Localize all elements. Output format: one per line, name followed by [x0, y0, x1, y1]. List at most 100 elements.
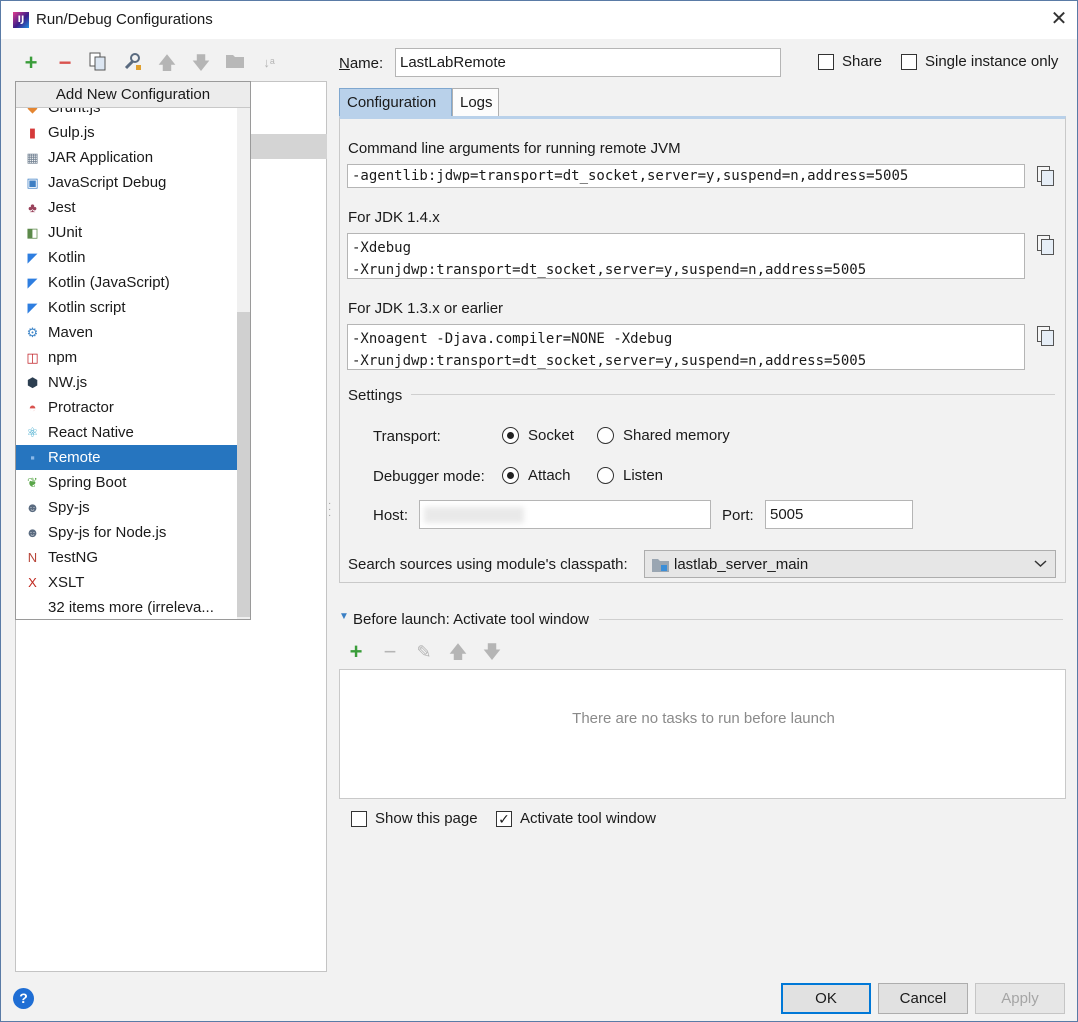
popup-item-label: Maven: [48, 324, 94, 341]
name-label: Name:: [339, 55, 384, 72]
help-icon[interactable]: ?: [13, 988, 34, 1009]
transport-socket-label: Socket: [528, 427, 574, 444]
jdk14-field[interactable]: -Xdebug -Xrunjdwp:transport=dt_socket,se…: [347, 233, 1025, 279]
jar-icon: ▦: [26, 150, 39, 165]
plus-icon[interactable]: +: [20, 52, 42, 74]
sort-az-icon[interactable]: ↓ᵃ: [258, 52, 280, 74]
transport-label: Transport:: [373, 428, 441, 445]
xslt-icon: X: [28, 575, 37, 590]
popup-item[interactable]: ▣ JavaScript Debug: [16, 170, 236, 195]
popup-item[interactable]: ⚙ Maven: [16, 320, 236, 345]
classpath-label: Search sources using module's classpath:: [348, 556, 628, 573]
popup-item[interactable]: ▮ Gulp.js: [16, 120, 236, 145]
kotlin-script-icon: ◤: [27, 300, 38, 315]
tab-configuration[interactable]: Configuration: [339, 88, 452, 116]
popup-item[interactable]: ❦ Spring Boot: [16, 470, 236, 495]
wrench-icon[interactable]: [121, 52, 143, 74]
popup-item-label: npm: [48, 349, 78, 366]
testng-icon: N: [27, 550, 38, 565]
before-launch-title[interactable]: Before launch: Activate tool window: [353, 611, 589, 628]
maven-icon: ⚙: [26, 325, 39, 340]
settings-label: Settings: [348, 387, 403, 404]
popup-item[interactable]: X XSLT: [16, 570, 236, 595]
spy-js-node-icon: ☻: [25, 525, 40, 540]
transport-shared-memory-radio[interactable]: [597, 427, 614, 444]
copy-icon[interactable]: [87, 52, 109, 74]
popup-item[interactable]: ◤ Kotlin script: [16, 295, 236, 320]
popup-item-label: JAR Application: [48, 149, 154, 166]
jdk13-field[interactable]: -Xnoagent -Djava.compiler=NONE -Xdebug -…: [347, 324, 1025, 370]
popup-item-label: Kotlin: [48, 249, 86, 266]
collapse-triangle-icon[interactable]: ▼: [339, 611, 349, 622]
add-task-icon[interactable]: +: [345, 641, 367, 663]
cancel-button[interactable]: Cancel: [878, 983, 968, 1014]
popup-item[interactable]: ⚛ React Native: [16, 420, 236, 445]
tab-logs[interactable]: Logs: [452, 88, 499, 116]
jdk14-label: For JDK 1.4.x: [348, 209, 440, 226]
popup-item[interactable]: ◤ Kotlin (JavaScript): [16, 270, 236, 295]
kotlin-javascript-icon: ◤: [27, 275, 38, 290]
popup-item-label: Spring Boot: [48, 474, 127, 491]
name-input[interactable]: LastLabRemote: [395, 48, 781, 77]
popup-item[interactable]: ▪ Remote: [16, 445, 250, 470]
single-instance-checkbox[interactable]: [901, 54, 917, 70]
mode-listen-radio[interactable]: [597, 467, 614, 484]
port-label: Port:: [722, 507, 754, 524]
popup-item[interactable]: ☻ Spy-js for Node.js: [16, 520, 236, 545]
mode-listen-label: Listen: [623, 467, 664, 484]
popup-item-label: NW.js: [48, 374, 88, 391]
show-this-page-checkbox[interactable]: [351, 811, 367, 827]
popup-item[interactable]: ⬢ NW.js: [16, 370, 236, 395]
remote-icon: ▪: [30, 450, 35, 465]
cmd-args-field[interactable]: -agentlib:jdwp=transport=dt_socket,serve…: [347, 164, 1025, 188]
before-launch-task-list[interactable]: There are no tasks to run before launch: [339, 669, 1066, 799]
mode-attach-radio[interactable]: [502, 467, 519, 484]
copy-to-clipboard-icon[interactable]: [1035, 234, 1055, 256]
debugger-mode-label: Debugger mode:: [373, 468, 485, 485]
popup-item-label: Remote: [48, 449, 101, 466]
close-icon[interactable]: ✕: [1047, 7, 1071, 31]
remove-task-icon[interactable]: −: [379, 641, 401, 663]
popup-scroll-thumb[interactable]: [237, 312, 250, 617]
show-this-page-label: Show this page: [375, 810, 478, 827]
popup-item-label: Jest: [48, 199, 76, 216]
popup-item[interactable]: ◤ Kotlin: [16, 245, 236, 270]
popup-item[interactable]: ♣ Jest: [16, 195, 236, 220]
transport-socket-radio[interactable]: [502, 427, 519, 444]
popup-item[interactable]: ☻ Spy-js: [16, 495, 236, 520]
share-checkbox[interactable]: [818, 54, 834, 70]
classpath-module-select[interactable]: lastlab_server_main: [644, 550, 1056, 578]
minus-icon[interactable]: −: [54, 52, 76, 74]
move-task-down-icon[interactable]: 🡇: [481, 641, 503, 663]
share-label: Share: [842, 53, 883, 70]
copy-to-clipboard-icon[interactable]: [1035, 165, 1055, 187]
popup-item[interactable]: 32 items more (irreleva...: [16, 595, 236, 619]
popup-item[interactable]: N TestNG: [16, 545, 236, 570]
npm-icon: ◫: [26, 350, 39, 365]
arrow-down-icon[interactable]: 🡇: [190, 52, 212, 74]
copy-to-clipboard-icon[interactable]: [1035, 325, 1055, 347]
apply-button[interactable]: Apply: [975, 983, 1065, 1014]
ok-button[interactable]: OK: [781, 983, 871, 1014]
intellij-app-icon: IJ: [13, 12, 29, 28]
move-task-up-icon[interactable]: 🡅: [447, 641, 469, 663]
edit-task-icon[interactable]: ✎: [413, 641, 435, 663]
run-debug-dialog: IJ Run/Debug Configurations ✕ + − 🡅 🡇 ↓ᵃ…: [0, 0, 1078, 1022]
transport-shared-memory-label: Shared memory: [623, 427, 730, 444]
host-value-redacted: [424, 507, 524, 523]
kotlin-icon: ◤: [27, 250, 38, 265]
popup-item[interactable]: ◫ npm: [16, 345, 236, 370]
gulp-icon: ▮: [28, 125, 37, 140]
splitter-handle[interactable]: · · ·: [328, 499, 332, 521]
arrow-up-icon[interactable]: 🡅: [156, 52, 178, 74]
activate-tool-window-checkbox[interactable]: ✓: [496, 811, 512, 827]
popup-item[interactable]: ◧ JUnit: [16, 220, 236, 245]
folder-icon[interactable]: [224, 52, 246, 74]
popup-item-label: Spy-js for Node.js: [48, 524, 167, 541]
port-input[interactable]: 5005: [765, 500, 913, 529]
activate-tool-window-label: Activate tool window: [520, 810, 656, 827]
popup-item[interactable]: ▦ JAR Application: [16, 145, 236, 170]
spring-boot-icon: ❦: [27, 475, 38, 490]
popup-item[interactable]: ◓ Protractor: [16, 395, 236, 420]
protractor-icon: ◓: [28, 400, 37, 415]
